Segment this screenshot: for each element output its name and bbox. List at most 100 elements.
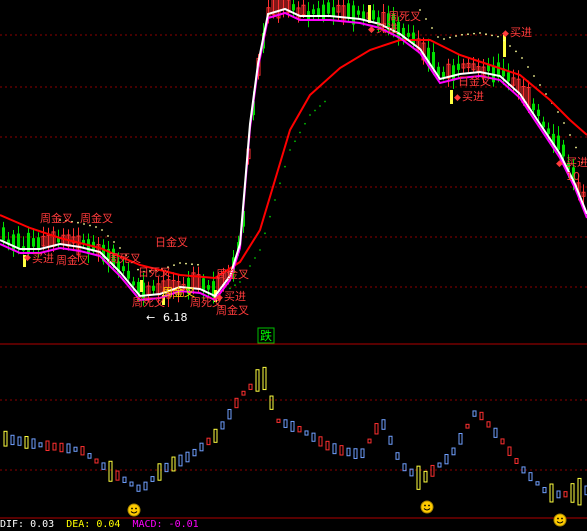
macd-bar: [542, 486, 547, 494]
annotation-label: 买进: [510, 26, 532, 39]
candle-body: [327, 2, 330, 14]
sar-dot: [515, 50, 517, 53]
macd-histogram: [3, 366, 587, 506]
sar-dot: [77, 221, 79, 224]
candle-body-highlight: [450, 90, 453, 104]
macd-bar: [549, 483, 554, 503]
macd-readout: MACD: -0.01: [132, 519, 199, 530]
candle-body: [132, 281, 135, 286]
macd-bar: [339, 445, 344, 456]
candlestick-series: [2, 0, 586, 308]
status-bar: DIF: 0.03 DEA: 0.04 MACD: -0.01: [0, 519, 587, 531]
macd-bar: [213, 428, 218, 443]
price-marker-arrow: ←: [146, 311, 155, 324]
candle-body: [127, 270, 130, 279]
macd-bar: [507, 446, 512, 456]
smiley-icon: [420, 500, 434, 514]
sar-dot: [259, 249, 261, 251]
macd-bar: [115, 470, 120, 481]
annotation-label: 周金叉: [40, 211, 73, 225]
macd-bar: [101, 462, 106, 470]
sar-dot: [279, 182, 281, 185]
macd-bar: [290, 420, 295, 432]
candle-body: [407, 32, 410, 37]
sar-dot: [437, 36, 439, 38]
macd-bar: [472, 410, 477, 417]
candle-body: [152, 285, 155, 291]
sar-dot: [503, 39, 505, 42]
macd-bar: [108, 460, 113, 482]
sar-dot: [314, 109, 316, 112]
macd-bar: [143, 481, 148, 491]
price-marker: ← 6.18: [146, 311, 188, 324]
candle-body: [12, 234, 15, 251]
sar-dot: [485, 33, 487, 36]
sar-dot: [173, 264, 175, 266]
sar-dot: [425, 18, 427, 20]
annotation-label: 周死叉: [132, 296, 165, 309]
macd-bar: [444, 454, 449, 465]
sar-dot: [185, 262, 187, 265]
macd-bar: [381, 419, 386, 430]
macd-bar: [437, 462, 442, 468]
sar-dot: [119, 247, 121, 249]
macd-bar: [458, 432, 463, 445]
sar-dot: [533, 75, 535, 77]
candle-body-highlight: [140, 280, 143, 292]
macd-bar: [241, 390, 246, 396]
macd-bar: [122, 476, 127, 483]
sar-dot: [563, 122, 565, 124]
sar-dot: [319, 105, 321, 107]
macd-bar: [297, 426, 302, 433]
smiley-eye: [135, 507, 137, 510]
candle-body: [202, 278, 205, 291]
macd-bar: [402, 463, 407, 472]
macd-bar: [87, 453, 92, 459]
sar-dot: [95, 226, 97, 228]
sar-dot: [304, 122, 306, 125]
sar-dot: [284, 165, 286, 168]
macd-bar: [220, 421, 225, 430]
annotation-label: 周金叉: [56, 253, 89, 267]
macd-bar: [563, 491, 568, 498]
sar-dot: [324, 100, 326, 103]
macd-bar: [276, 418, 281, 423]
macd-bar: [178, 454, 183, 467]
annotation-label: 买进: [462, 90, 484, 103]
sar-dot: [527, 66, 529, 68]
macd-bar: [521, 466, 526, 474]
macd-bar: [451, 447, 456, 456]
macd-bar: [45, 440, 50, 451]
macd-bar: [423, 470, 428, 483]
candle-body: [562, 144, 565, 157]
sar-dot: [545, 93, 547, 95]
macd-bar: [514, 458, 519, 464]
macd-bar: [395, 452, 400, 460]
macd-bar: [10, 434, 15, 446]
sar-dot: [234, 284, 236, 287]
smiley-eye: [428, 504, 430, 507]
sar-dot: [289, 149, 291, 151]
candle-body: [372, 10, 375, 20]
sar-dot: [274, 199, 276, 201]
macd-bar: [465, 423, 470, 429]
macd-bar: [332, 443, 337, 455]
buy-arrow: ◆: [454, 93, 461, 103]
macd-bar: [430, 464, 435, 477]
sar-dot: [575, 146, 577, 149]
sar-dot: [455, 35, 457, 37]
smiley-eye: [424, 504, 426, 507]
candle-body: [537, 109, 540, 117]
dea-readout: DEA: 0.04: [66, 519, 121, 530]
annotation-label: 周金叉: [216, 267, 249, 281]
macd-bar: [283, 419, 288, 428]
sar-dot: [299, 131, 301, 134]
candle-body: [457, 63, 460, 70]
candle-body: [2, 227, 5, 241]
sar-dot: [294, 140, 296, 143]
macd-bar: [3, 430, 8, 447]
macd-bar: [262, 366, 267, 391]
candle-body: [442, 71, 445, 78]
candle-body: [357, 10, 360, 15]
macd-bar: [570, 483, 575, 503]
